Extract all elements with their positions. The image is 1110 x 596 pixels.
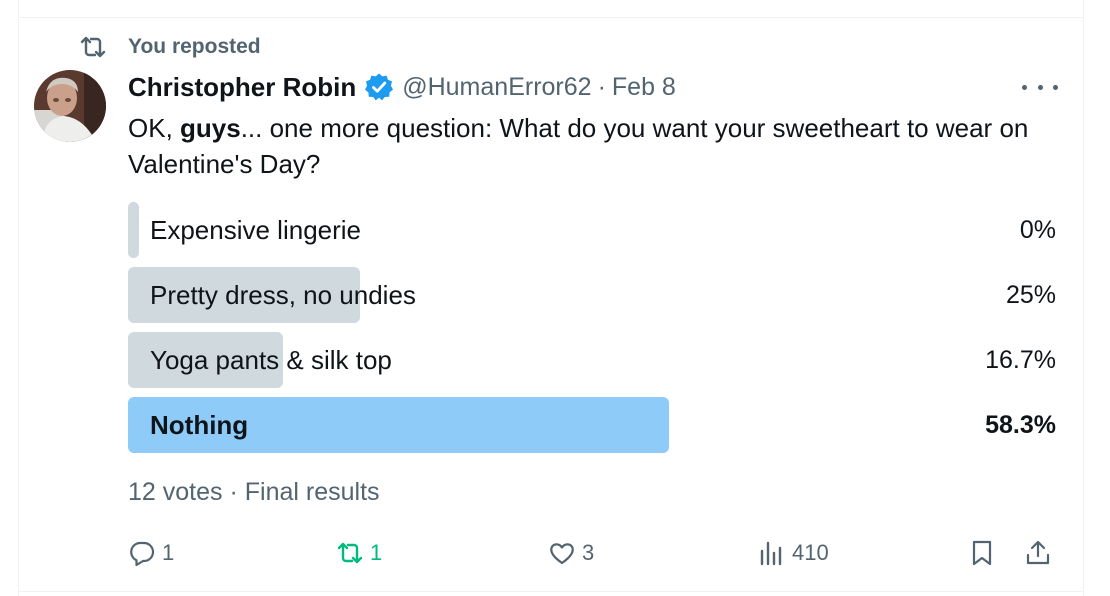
repost-count: 1 [370,540,383,565]
views-button[interactable]: 410 [758,532,829,574]
poll-option: Expensive lingerie 0% [128,202,1056,258]
bookmark-icon [972,540,992,566]
tweet-header: Christopher Robin @HumanError62 · Feb 8 [128,70,676,104]
more-dot [1053,84,1058,90]
poll-option-label: Nothing [150,410,249,440]
poll-option-percent: 0% [1019,216,1056,244]
tweet-text: OK, guys... one more question: What do y… [128,110,1068,182]
header-separator: · [597,72,606,101]
poll-option-label: Expensive lingerie [150,215,362,245]
bottom-divider [18,591,1084,592]
avatar-image [34,70,106,142]
more-dot [1022,84,1027,90]
action-bar: 1 1 3 410 [128,532,1056,574]
repost-icon [337,542,363,564]
poll-option-percent: 25% [1005,281,1056,309]
author-handle[interactable]: @HumanError62 [402,73,591,102]
views-count: 410 [792,540,829,565]
share-icon [1026,540,1050,565]
bookmark-button[interactable] [968,532,996,574]
poll-votes: 12 votes [128,478,223,506]
heart-icon [550,543,574,565]
reply-count: 1 [162,540,175,565]
repost-button[interactable]: 1 [336,532,382,574]
tweet-date[interactable]: Feb 8 [612,73,676,102]
poll-option: Nothing 58.3% [128,397,1056,453]
poll-meta-separator: · [229,478,238,506]
tweet-text-start: OK, [128,113,181,143]
poll-meta: 12 votes · Final results [128,478,380,507]
repost-banner: You reposted [78,34,261,60]
poll: Expensive lingerie 0% Pretty dress, no u… [128,202,1056,462]
share-button[interactable] [1024,532,1052,574]
poll-option-percent: 58.3% [985,411,1056,439]
like-button[interactable]: 3 [548,532,594,574]
poll-option-bar [128,202,139,258]
tweet-text-end: ... one more question: What do you want … [128,113,1029,179]
repost-icon [80,36,106,58]
author-name[interactable]: Christopher Robin [128,72,356,103]
verified-badge-icon [365,73,394,101]
poll-option-label: Pretty dress, no undies [150,280,416,310]
more-dot [1037,84,1043,90]
repost-banner-text: You reposted [128,35,261,58]
views-icon [760,541,782,566]
tweet-text-bold: guys [180,113,241,143]
more-options-icon[interactable] [1020,74,1060,100]
poll-option: Yoga pants & silk top 16.7% [128,332,1056,388]
poll-option: Pretty dress, no undies 25% [128,267,1056,323]
like-count: 3 [582,540,595,565]
top-divider [18,17,1084,18]
poll-option-label: Yoga pants & silk top [150,345,392,375]
reply-icon [130,541,155,567]
reply-button[interactable]: 1 [128,532,174,574]
poll-option-percent: 16.7% [985,346,1056,374]
poll-status: Final results [244,478,380,506]
avatar[interactable] [34,70,106,142]
